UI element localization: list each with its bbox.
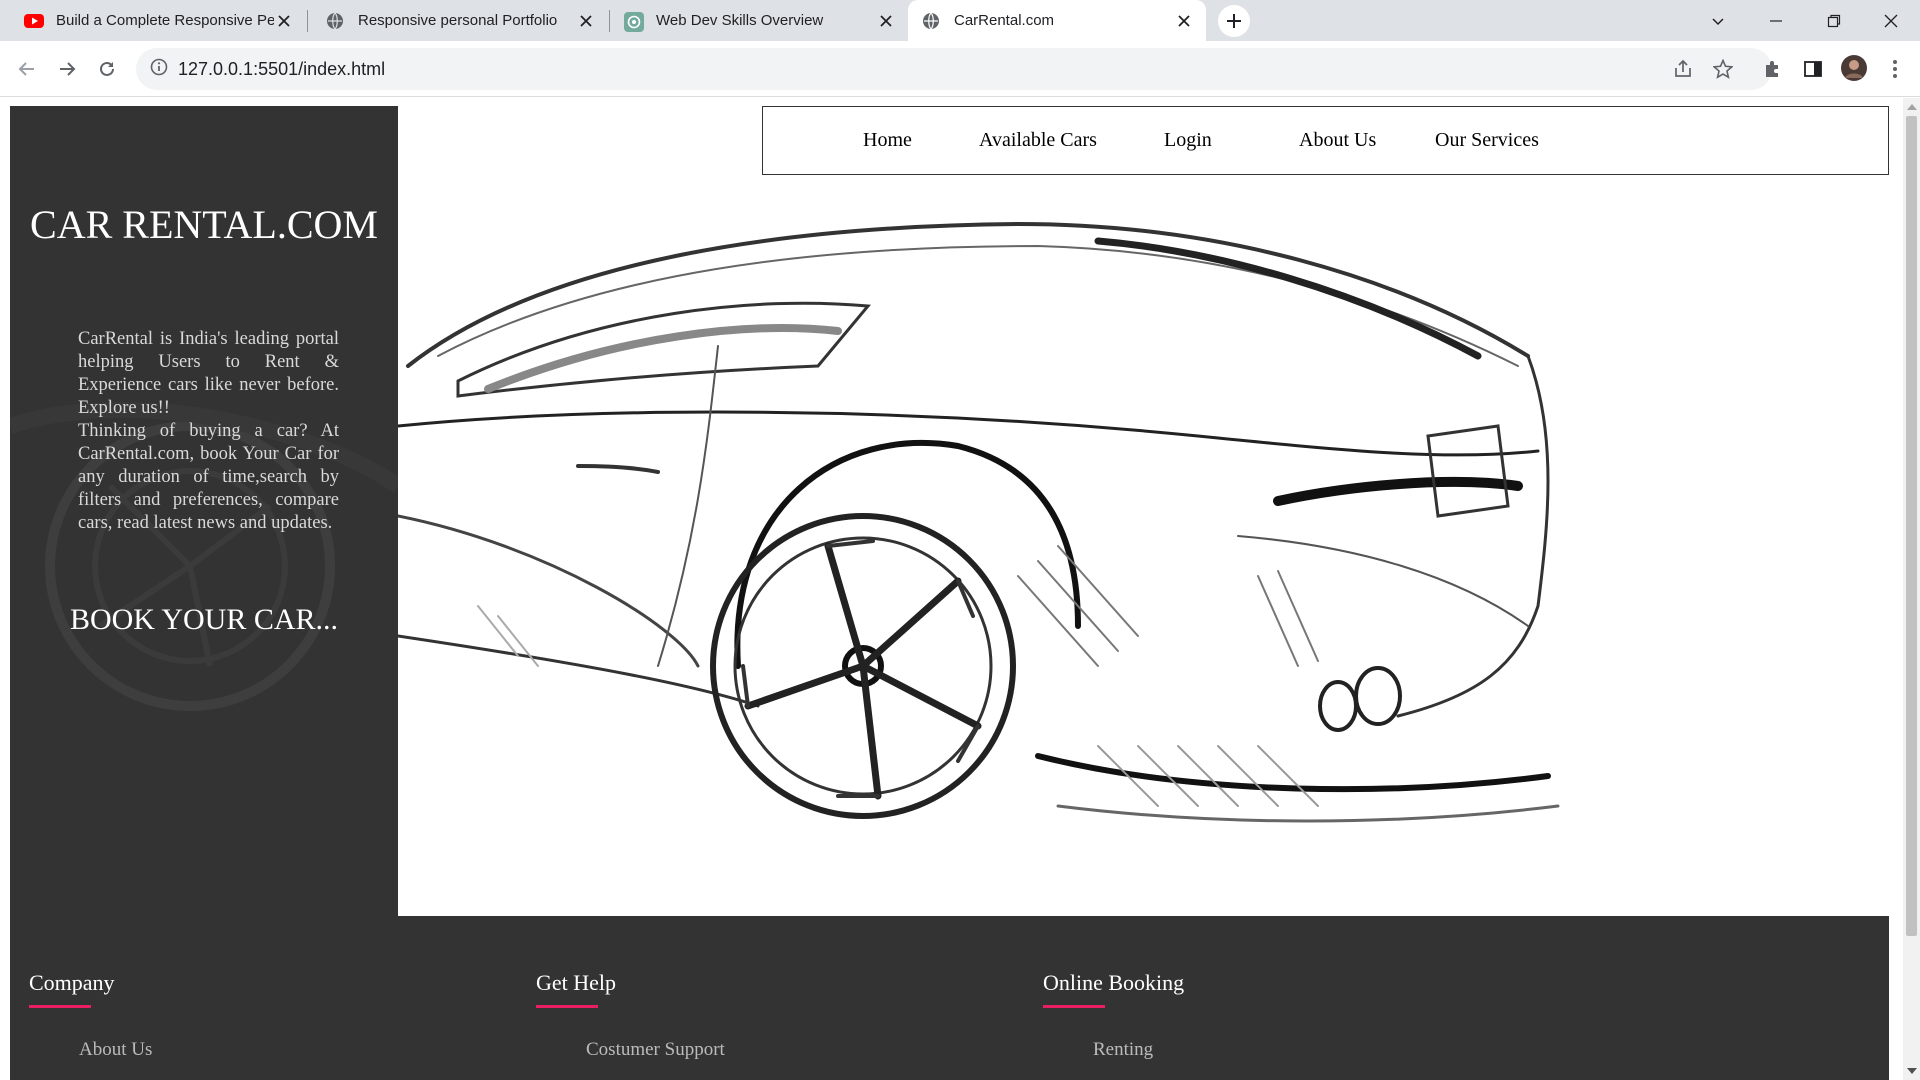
intro-panel: CAR RENTAL.COM CarRental is India's lead…: [10, 106, 398, 916]
footer-link-about-us[interactable]: About Us: [79, 1039, 152, 1061]
bookmark-button[interactable]: [1710, 56, 1736, 82]
footer-heading: Online Booking: [1043, 970, 1185, 995]
minimize-icon: [1770, 19, 1782, 22]
page-viewport: CAR RENTAL.COM CarRental is India's lead…: [0, 98, 1920, 1080]
tab-search-button[interactable]: [1695, 0, 1741, 41]
brand-title: CAR RENTAL.COM: [30, 202, 378, 247]
book-car-cta[interactable]: BOOK YOUR CAR...: [50, 603, 358, 636]
tab-title: Web Dev Skills Overview: [656, 12, 824, 29]
reload-button[interactable]: [92, 54, 122, 84]
restore-button[interactable]: [1811, 0, 1857, 41]
close-tab-icon[interactable]: [1174, 11, 1194, 31]
nav-available-cars[interactable]: Available Cars: [979, 129, 1097, 152]
chatgpt-icon: [624, 11, 644, 32]
avatar-icon: [1841, 55, 1867, 81]
youtube-icon: [24, 12, 44, 30]
side-panel-button[interactable]: [1800, 56, 1826, 82]
address-bar[interactable]: 127.0.0.1:5501/index.html: [136, 48, 1772, 90]
nav-our-services[interactable]: Our Services: [1435, 129, 1539, 152]
tab-carrental[interactable]: CarRental.com: [908, 0, 1206, 41]
close-icon: [1884, 14, 1898, 27]
tab-chatgpt[interactable]: Web Dev Skills Overview: [610, 0, 908, 41]
profile-avatar[interactable]: [1839, 53, 1869, 83]
minimize-button[interactable]: [1753, 0, 1799, 41]
intro-paragraph-2: Thinking of buying a car? At CarRental.c…: [78, 421, 339, 533]
heading-underline: [1043, 1005, 1105, 1008]
arrow-right-icon: [60, 62, 76, 76]
browser-tab-strip: Build a Complete Responsive Per Responsi…: [0, 0, 1920, 41]
chevron-down-icon: [1712, 17, 1724, 25]
site-footer: Company About Us Get Help Costumer Suppo…: [10, 916, 1889, 1080]
new-tab-button[interactable]: [1218, 5, 1250, 37]
globe-icon: [326, 12, 344, 30]
tab-title: Build a Complete Responsive Per: [56, 12, 274, 29]
footer-heading: Company: [29, 970, 115, 995]
footer-heading: Get Help: [536, 970, 617, 995]
tab-title: Responsive personal Portfolio: [358, 12, 558, 29]
browser-toolbar: 127.0.0.1:5501/index.html: [0, 41, 1920, 97]
menu-button[interactable]: [1882, 56, 1908, 82]
nav-about-us[interactable]: About Us: [1299, 129, 1376, 152]
heading-underline: [536, 1005, 598, 1008]
close-tab-icon[interactable]: [274, 11, 294, 31]
star-icon: [1713, 59, 1733, 79]
scroll-up-arrow[interactable]: [1907, 104, 1917, 110]
main-nav: Home Available Cars Login About Us Our S…: [762, 106, 1889, 175]
side-panel-icon: [1804, 61, 1822, 77]
close-window-button[interactable]: [1868, 0, 1914, 41]
close-tab-icon[interactable]: [876, 11, 896, 31]
car-sketch-illustration: [398, 221, 1560, 823]
extensions-button[interactable]: [1760, 56, 1786, 82]
tab-title: CarRental.com: [954, 12, 1055, 29]
share-icon: [1675, 59, 1691, 77]
share-button[interactable]: [1670, 56, 1696, 82]
reload-icon: [100, 61, 114, 76]
close-tab-icon[interactable]: [576, 11, 596, 31]
info-icon[interactable]: [150, 58, 168, 81]
tab-portfolio[interactable]: Responsive personal Portfolio: [308, 0, 608, 41]
back-button[interactable]: [12, 54, 42, 84]
intro-text: CarRental is India's leading portal help…: [78, 328, 339, 535]
heading-underline: [29, 1005, 91, 1008]
nav-home[interactable]: Home: [863, 129, 912, 152]
globe-icon: [922, 12, 940, 30]
tab-youtube[interactable]: Build a Complete Responsive Per: [0, 0, 306, 41]
nav-login[interactable]: Login: [1164, 129, 1212, 152]
hero-car-sketch: [398, 106, 1889, 916]
puzzle-icon: [1766, 61, 1778, 77]
forward-button[interactable]: [52, 54, 82, 84]
more-vertical-icon: [1893, 60, 1897, 78]
scroll-down-arrow[interactable]: [1907, 1068, 1917, 1074]
url-text: 127.0.0.1:5501/index.html: [178, 58, 386, 79]
footer-link-renting[interactable]: Renting: [1093, 1039, 1153, 1061]
restore-icon: [1827, 14, 1841, 27]
intro-paragraph: CarRental is India's leading portal help…: [78, 329, 339, 418]
plus-icon: [1227, 14, 1241, 28]
footer-link-customer-support[interactable]: Costumer Support: [586, 1039, 725, 1061]
arrow-left-icon: [18, 62, 34, 76]
scroll-thumb[interactable]: [1906, 116, 1917, 936]
page-scrollbar[interactable]: [1903, 98, 1920, 1080]
